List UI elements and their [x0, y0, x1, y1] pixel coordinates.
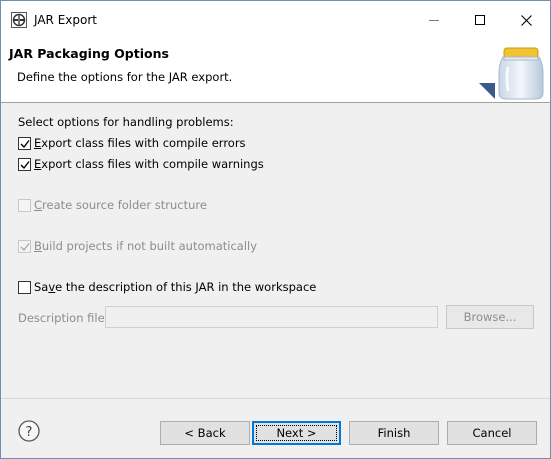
close-button[interactable] — [503, 1, 549, 39]
export-errors-label: Export class files with compile errors — [34, 136, 246, 150]
title-bar[interactable]: JAR Export — [1, 1, 550, 39]
save-description-checkbox[interactable] — [18, 280, 31, 294]
header-banner: JAR Packaging Options Define the options… — [1, 39, 550, 103]
minimize-icon — [429, 19, 439, 21]
export-errors-option[interactable]: Export class files with compile errors — [18, 135, 246, 151]
build-projects-option: Build projects if not built automaticall… — [18, 238, 257, 254]
help-icon[interactable]: ? — [18, 420, 40, 442]
export-warnings-option[interactable]: Export class files with compile warnings — [18, 156, 264, 172]
export-errors-checkbox[interactable] — [18, 136, 31, 150]
svg-text:?: ? — [26, 425, 33, 440]
finish-button[interactable]: Finish — [349, 421, 439, 445]
build-projects-label: Build projects if not built automaticall… — [34, 239, 258, 253]
minimize-button[interactable] — [411, 1, 457, 39]
checkmark-icon — [20, 139, 30, 148]
create-source-folder-label: Create source folder structure — [34, 198, 207, 212]
problem-handling-label: Select options for handling problems: — [18, 115, 234, 129]
cancel-button[interactable]: Cancel — [447, 421, 537, 445]
checkmark-icon — [20, 160, 30, 169]
footer-separator — [1, 398, 550, 399]
page-description: Define the options for the JAR export. — [17, 70, 233, 84]
export-warnings-label: Export class files with compile warnings — [34, 157, 264, 171]
export-warnings-checkbox[interactable] — [18, 157, 31, 171]
maximize-icon — [475, 15, 485, 25]
description-file-input — [105, 306, 438, 328]
eclipse-app-icon — [11, 12, 27, 28]
close-icon — [520, 14, 532, 26]
jar-export-dialog: JAR Export JAR Packaging Options Define … — [0, 0, 551, 459]
jar-icon — [479, 47, 544, 100]
save-description-label: Save the description of this JAR in the … — [34, 280, 317, 294]
build-projects-checkbox — [18, 239, 31, 253]
window-title: JAR Export — [34, 13, 97, 27]
checkmark-icon — [20, 242, 30, 251]
maximize-button[interactable] — [457, 1, 503, 39]
save-description-option[interactable]: Save the description of this JAR in the … — [18, 279, 316, 295]
create-source-folder-option: Create source folder structure — [18, 197, 207, 213]
focus-ring — [256, 425, 337, 441]
next-button[interactable]: Next > — [252, 421, 341, 445]
back-button[interactable]: < Back — [160, 421, 250, 445]
description-file-label: Description file: — [18, 311, 109, 325]
page-title: JAR Packaging Options — [9, 46, 169, 61]
create-source-folder-checkbox — [18, 198, 31, 212]
browse-button: Browse... — [446, 305, 534, 329]
